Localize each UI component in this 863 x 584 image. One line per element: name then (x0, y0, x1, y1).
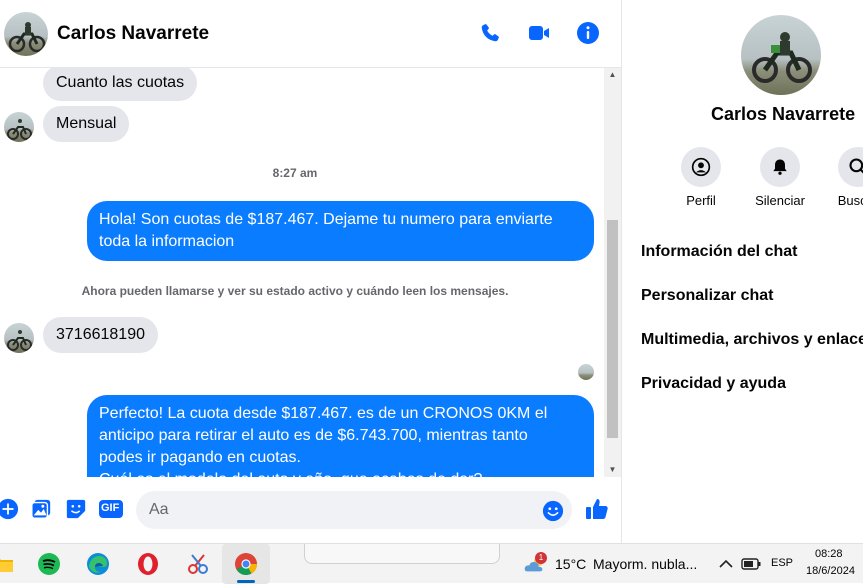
profile-action[interactable]: Perfil (661, 147, 741, 208)
profile-name: Carlos Navarrete (711, 104, 856, 124)
weather-badge-count: 1 (538, 553, 544, 562)
weather-badge: 1 (535, 552, 547, 564)
message-scrollbar[interactable]: ▲ ▼ (604, 68, 621, 477)
windows-taskbar: 1 15°C Mayorm. nubla... ESP 08:28 18/6/2… (0, 543, 863, 584)
snipping-tool-icon[interactable] (186, 552, 210, 576)
gif-label: GIF (101, 502, 120, 514)
search-action[interactable]: Buscar (818, 147, 863, 208)
message-timestamp: 8:27 am (272, 166, 318, 180)
message-line: toda la informacion (99, 233, 235, 250)
image-icon[interactable] (29, 497, 53, 521)
incoming-message[interactable]: 3716618190 (43, 317, 158, 353)
spotify-icon[interactable] (37, 552, 61, 576)
menu-privacy-help[interactable]: Privacidad y ayuda (641, 375, 786, 393)
phone-icon[interactable] (477, 20, 503, 46)
taskbar-search-box[interactable] (304, 544, 500, 564)
chevron-up-icon[interactable] (716, 552, 736, 576)
plus-icon[interactable] (0, 497, 20, 521)
emoji-icon[interactable] (541, 499, 565, 523)
sender-avatar[interactable] (4, 112, 34, 142)
message-line: anticipo para retirar el auto es de $6.7… (99, 427, 528, 444)
chat-details-panel: Carlos Navarrete Perfil Silenciar Buscar… (621, 0, 863, 543)
profile-avatar[interactable] (741, 15, 821, 95)
chat-notice: Ahora pueden llamarse y ver su estado ac… (81, 284, 509, 298)
menu-customize-chat[interactable]: Personalizar chat (641, 287, 774, 305)
header-actions (477, 20, 601, 46)
message-line: Cuál es el modelo del auto y año, que ac… (99, 469, 582, 477)
seen-indicator-avatar (578, 364, 594, 380)
message-list[interactable]: Cuanto las cuotas Mensual 8:27 am Hola! … (0, 68, 604, 477)
weather-temperature[interactable]: 15°C (555, 556, 586, 572)
search-icon[interactable] (838, 147, 863, 187)
bell-icon[interactable] (760, 147, 800, 187)
clock-time[interactable]: 08:28 (815, 548, 843, 560)
messenger-window: Carlos Navarrete Cuanto las cuotas Mensu… (0, 0, 863, 543)
mute-action-label: Silenciar (755, 193, 805, 208)
edge-icon[interactable] (86, 552, 110, 576)
gif-icon[interactable]: GIF (98, 497, 124, 521)
like-icon[interactable] (585, 497, 609, 521)
outgoing-message[interactable]: Perfecto! La cuota desde $187.467. es de… (87, 395, 594, 477)
sender-avatar[interactable] (4, 323, 34, 353)
message-input[interactable] (136, 491, 572, 529)
opera-icon[interactable] (136, 552, 160, 576)
battery-icon[interactable] (740, 552, 762, 576)
profile-action-label: Perfil (686, 193, 716, 208)
info-icon[interactable] (575, 20, 601, 46)
message-line: podes ir pagando en cuotas. (99, 449, 301, 466)
file-explorer-icon[interactable] (0, 552, 14, 576)
search-action-label: Buscar (837, 193, 863, 208)
scroll-down-arrow-icon[interactable]: ▼ (604, 463, 621, 477)
scroll-up-arrow-icon[interactable]: ▲ (604, 68, 621, 82)
video-icon[interactable] (526, 20, 552, 46)
menu-media-files-links[interactable]: Multimedia, archivos y enlaces (641, 331, 863, 349)
mute-action[interactable]: Silenciar (740, 147, 820, 208)
message-line: Perfecto! La cuota desde $187.467. es de… (99, 405, 548, 422)
menu-chat-info[interactable]: Información del chat (641, 243, 797, 261)
message-line: Hola! Son cuotas de $187.467. Dejame tu … (99, 211, 553, 228)
weather-description[interactable]: Mayorm. nubla... (593, 556, 697, 572)
input-language[interactable]: ESP (771, 557, 793, 569)
sticker-icon[interactable] (64, 497, 88, 521)
clock-date[interactable]: 18/6/2024 (806, 565, 855, 577)
chrome-icon[interactable] (234, 552, 258, 576)
incoming-message[interactable]: Mensual (43, 106, 130, 142)
incoming-message[interactable]: Cuanto las cuotas (43, 68, 198, 101)
profile-icon[interactable] (681, 147, 721, 187)
scroll-thumb[interactable] (607, 220, 618, 438)
outgoing-message[interactable]: Hola! Son cuotas de $187.467. Dejame tu … (87, 201, 594, 261)
contact-avatar[interactable] (4, 11, 48, 56)
chat-header: Carlos Navarrete (0, 0, 621, 68)
message-composer: GIF (0, 477, 621, 543)
contact-name[interactable]: Carlos Navarrete (57, 23, 209, 45)
